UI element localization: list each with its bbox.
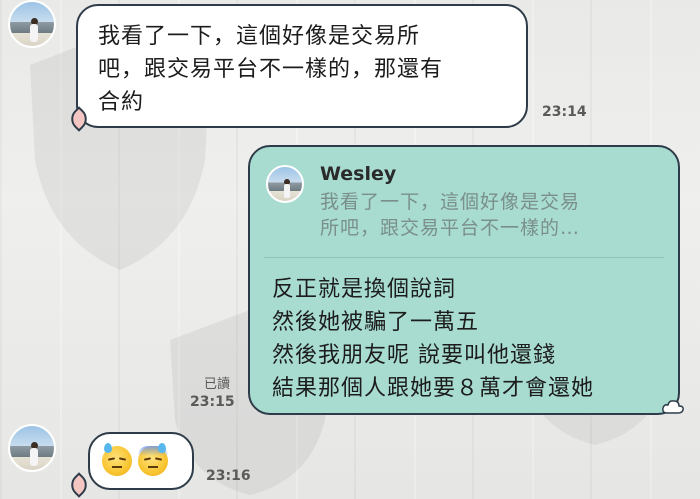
leaf-icon [66, 472, 92, 498]
message-timestamp: 23:15 [190, 394, 235, 410]
message-timestamp: 23:14 [542, 104, 587, 120]
message-timestamp: 23:16 [206, 468, 251, 484]
read-receipt: 已讀 [204, 377, 231, 392]
sender-avatar[interactable] [8, 0, 56, 48]
incoming-message-bubble[interactable]: 我看了一下，這個好像是交易所 吧，跟交易平台不一樣的，那還有 合約 [76, 4, 528, 128]
quoted-message-preview: 我看了一下，這個好像是交易 所吧，跟交易平台不一樣的… [320, 191, 581, 239]
sender-avatar[interactable] [8, 424, 56, 472]
incoming-emoji-bubble[interactable] [88, 432, 194, 490]
quoted-sender-avatar [266, 165, 304, 203]
message-text: 我看了一下，這個好像是交易所 吧，跟交易平台不一樣的，那還有 合約 [98, 24, 444, 115]
cloud-reaction-icon[interactable] [662, 398, 684, 416]
message-text: 反正就是換個說詞 然後她被騙了一萬五 然後我朋友呢 說要叫他還錢 結果那個人跟她… [272, 277, 595, 401]
outgoing-message-bubble[interactable]: Wesley 我看了一下，這個好像是交易 所吧，跟交易平台不一樣的… 反正就是換… [248, 145, 680, 415]
quote-divider [264, 257, 664, 258]
cold-sweat-face-icon [138, 443, 168, 476]
downcast-face-with-sweat-icon [102, 443, 132, 476]
quoted-sender-name: Wesley [320, 163, 397, 185]
